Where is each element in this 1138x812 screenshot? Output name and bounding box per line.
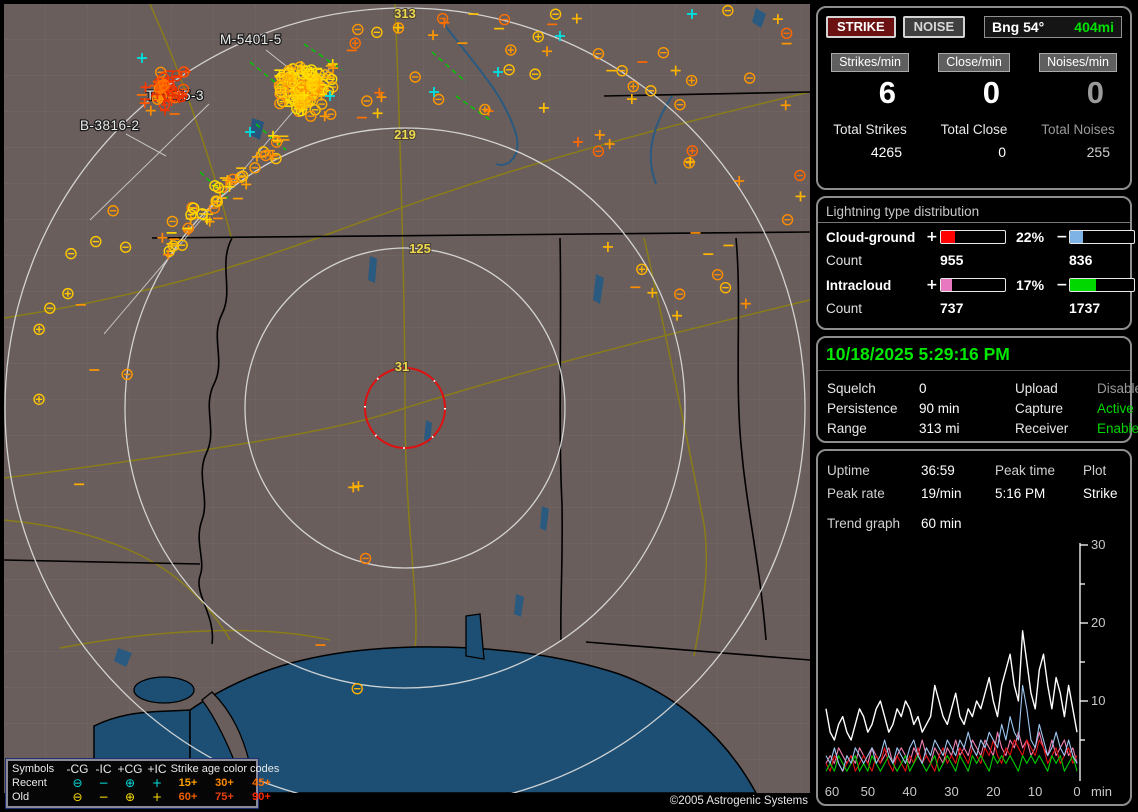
distribution-row: Cloud-ground+22%−20% (818, 225, 1135, 249)
status-row: Squelch0UploadDisabled (827, 381, 1138, 396)
count-row: Count 737 1737 (826, 300, 1101, 316)
svg-text:30: 30 (1091, 539, 1105, 552)
svg-text:20: 20 (986, 784, 1000, 799)
range-ring-label: 31 (395, 359, 409, 374)
range-ring-label: 125 (409, 241, 431, 256)
rate-chip: Noises/min (1039, 53, 1117, 72)
rate-value: 0 (1086, 75, 1104, 110)
bearing-distance: 404mi (1074, 19, 1114, 35)
total-label: Total Noises (1041, 122, 1115, 137)
negative-bar (1069, 230, 1135, 244)
svg-text:0: 0 (1073, 784, 1080, 799)
svg-text:10: 10 (1028, 784, 1042, 799)
positive-bar (940, 278, 1006, 292)
lightning-map[interactable]: M-5401-5T-2565-3B-3816-2 31321912531 (4, 4, 810, 793)
status-rows: Squelch0UploadDisabled Persistence90 minC… (818, 379, 1138, 439)
stats-rows: Uptime 36:59 Peak time Plot Peak rate 19… (818, 459, 1130, 535)
svg-text:10: 10 (1091, 693, 1105, 708)
counter-column: Close/min 0 Total Close 0 (922, 53, 1026, 160)
peak-time-label: Peak time (995, 463, 1056, 478)
range-ring-label: 313 (394, 6, 416, 21)
counters-panel: STRIKE NOISE Bng 54° 404mi Strikes/min 6 T… (816, 6, 1132, 190)
negative-bar (1069, 278, 1135, 292)
trend-graph-label: Trend graph (827, 516, 901, 531)
distribution-title: Lightning type distribution (818, 198, 1130, 223)
svg-text:40: 40 (902, 784, 916, 799)
nexstorm-window: M-5401-5T-2565-3B-3816-2 31321912531 Sym… (0, 0, 1138, 812)
range-ring-label: 219 (394, 127, 416, 142)
storm-cell-label: B-3816-2 (80, 118, 140, 133)
status-panel: 10/18/2025 5:29:16 PM Squelch 0 Upload Disa… (816, 336, 1138, 443)
distribution-rows: Cloud-ground+22%−20% Count955836 Intraclou… (818, 225, 1135, 319)
trend-window-value: 60 min (921, 516, 962, 531)
trend-graph: 10 20 30 60 50 40 30 20 10 0 min (825, 539, 1112, 799)
uptime-value: 36:59 (921, 463, 955, 478)
trend-series-cg-negative (825, 684, 1078, 772)
map-legend: Symbols -CG -IC +CG +IC Strike age color code… (6, 759, 279, 808)
bearing-value: Bng 54° (992, 19, 1045, 35)
status-row: Range313 miReceiverEnabled (827, 421, 1138, 436)
total-label: Total Close (940, 122, 1008, 137)
positive-bar (940, 230, 1006, 244)
peak-time-value: 5:16 PM (995, 486, 1046, 501)
total-value: 4265 (870, 144, 902, 160)
svg-text:min: min (1091, 784, 1112, 799)
svg-text:60: 60 (825, 784, 839, 799)
strike-button[interactable]: STRIKE (826, 16, 896, 38)
noise-button[interactable]: NOISE (902, 16, 966, 38)
distribution-row: Intracloud+17%−41% (818, 273, 1135, 297)
peak-rate-value: 19/min (921, 486, 962, 501)
svg-text:30: 30 (944, 784, 958, 799)
counter-columns: Strikes/min 6 Total Strikes 4265 Close/min 0 T… (818, 53, 1130, 160)
plot-label: Plot (1083, 463, 1107, 478)
rate-value: 6 (878, 75, 896, 110)
total-value: 0 (998, 144, 1006, 160)
stats-panel: Uptime 36:59 Peak time Plot Peak rate 19… (816, 449, 1132, 806)
distribution-panel: Lightning type distribution Cloud-ground… (816, 196, 1135, 330)
trend-series-total-strikes (825, 630, 1078, 741)
rate-chip: Strikes/min (831, 53, 909, 72)
counter-column: Strikes/min 6 Total Strikes 4265 (818, 53, 922, 160)
rate-value: 0 (982, 75, 1000, 110)
datetime-display: 10/18/2025 5:29:16 PM (818, 338, 1130, 371)
plot-value: Strike (1083, 486, 1118, 501)
rate-chip: Close/min (938, 53, 1010, 72)
map-canvas[interactable]: M-5401-5T-2565-3B-3816-2 31321912531 (4, 4, 810, 793)
storm-cell-label: M-5401-5 (220, 32, 282, 47)
counter-column: Noises/min 0 Total Noises 255 (1026, 53, 1130, 160)
svg-text:50: 50 (861, 784, 875, 799)
total-value: 255 (1086, 144, 1110, 160)
bearing-display: Bng 54° 404mi (984, 16, 1122, 38)
status-row: Persistence 90 min Capture Active (827, 401, 1134, 416)
svg-text:20: 20 (1091, 615, 1105, 630)
peak-rate-label: Peak rate (827, 486, 885, 501)
uptime-label: Uptime (827, 463, 870, 478)
count-row: Count 955 836 (826, 252, 1093, 268)
total-label: Total Strikes (833, 122, 907, 137)
